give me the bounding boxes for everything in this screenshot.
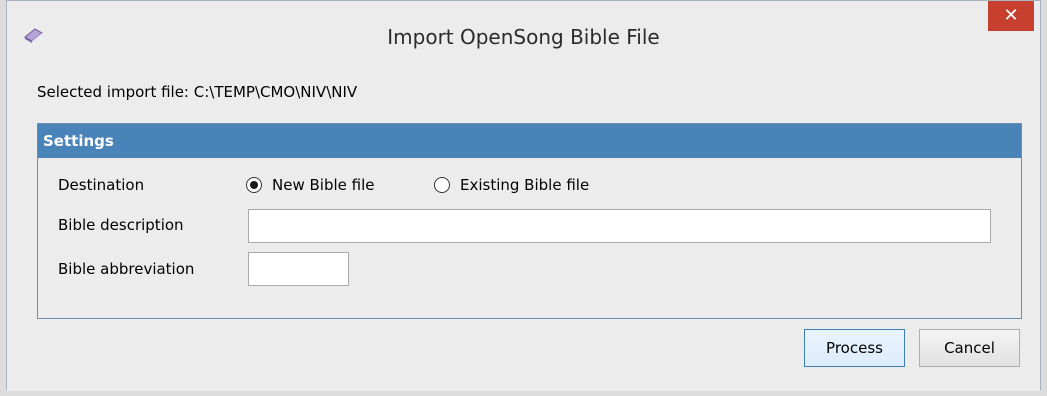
cancel-button[interactable]: Cancel xyxy=(919,329,1020,367)
title-bar[interactable]: Import OpenSong Bible File ✕ xyxy=(7,1,1040,75)
dialog-content: Selected import file: C:\TEMP\CMO\NIV\NI… xyxy=(7,75,1040,391)
radio-new-bible-file[interactable]: New Bible file xyxy=(246,176,374,194)
bible-description-label: Bible description xyxy=(58,216,184,234)
radio-checked-icon xyxy=(246,177,262,193)
window-title: Import OpenSong Bible File xyxy=(387,25,660,49)
bible-abbreviation-input[interactable] xyxy=(248,252,349,286)
radio-existing-bible-file-label: Existing Bible file xyxy=(460,176,590,194)
selected-import-file-label: Selected import file: C:\TEMP\CMO\NIV\NI… xyxy=(37,83,358,101)
radio-new-bible-file-label: New Bible file xyxy=(272,176,375,194)
settings-panel: Settings Destination New Bible file Exis… xyxy=(37,123,1022,319)
bible-description-input[interactable] xyxy=(248,209,991,243)
settings-header: Settings xyxy=(38,124,1021,158)
radio-unchecked-icon xyxy=(434,177,450,193)
process-button[interactable]: Process xyxy=(804,329,905,367)
close-button[interactable]: ✕ xyxy=(988,1,1034,31)
bible-abbreviation-label: Bible abbreviation xyxy=(58,260,195,278)
import-dialog-window: Import OpenSong Bible File ✕ Selected im… xyxy=(6,0,1041,391)
destination-label: Destination xyxy=(58,176,145,194)
close-icon: ✕ xyxy=(1003,5,1019,26)
radio-existing-bible-file[interactable]: Existing Bible file xyxy=(434,176,589,194)
